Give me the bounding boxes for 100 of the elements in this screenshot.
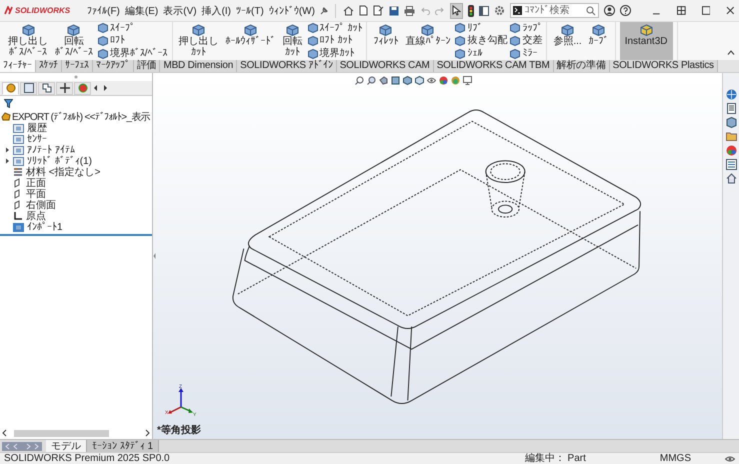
ribbon-button[interactable]: 交差 bbox=[510, 35, 542, 46]
tree-item[interactable]: EXPORT (ﾃﾞﾌｫﾙﾄ) <<ﾃﾞﾌｫﾙﾄ>_表示 bbox=[0, 111, 152, 122]
ribbon-button[interactable]: ｶｰﾌﾞ bbox=[586, 22, 611, 60]
search-input[interactable]: ｺﾏﾝﾄﾞ検索 bbox=[524, 5, 584, 16]
command-search-field[interactable]: ｺﾏﾝﾄﾞ検索 bbox=[510, 3, 600, 18]
view-orientation-icon[interactable] bbox=[403, 76, 412, 85]
feature-tab[interactable] bbox=[2, 82, 19, 94]
ribbon-button[interactable]: 直線ﾊﾟﾀｰﾝ bbox=[403, 22, 452, 60]
tree-item[interactable]: 正面 bbox=[0, 177, 152, 188]
help-icon[interactable] bbox=[620, 5, 632, 16]
ribbon-button[interactable]: ﾌｨﾚｯﾄ bbox=[371, 22, 400, 60]
previous-view-icon[interactable] bbox=[379, 76, 388, 85]
menu-item[interactable]: ﾂｰﾙ(T) bbox=[236, 4, 264, 16]
palette-icon[interactable] bbox=[726, 145, 736, 156]
expand-arrow-icon[interactable] bbox=[5, 146, 10, 152]
ribbon-button[interactable]: 回転 ｶｯﾄ bbox=[280, 22, 305, 60]
save-icon[interactable] bbox=[388, 6, 399, 16]
ribbon-button[interactable]: ﾗｯﾌﾟ bbox=[510, 22, 542, 34]
ribbon-button[interactable]: ﾛﾌﾄ bbox=[98, 35, 168, 46]
appearance-icon[interactable] bbox=[439, 76, 448, 85]
maximize-icon[interactable] bbox=[702, 6, 710, 15]
zoom-area-icon[interactable] bbox=[367, 76, 376, 85]
model-tab[interactable]: ﾓｰｼｮﾝ ｽﾀﾃﾞｨ 1 bbox=[87, 440, 160, 452]
model-tab[interactable]: モデル bbox=[46, 440, 87, 452]
tree-item[interactable]: ｿﾘｯﾄﾞ ﾎﾞﾃﾞｨ(1) bbox=[0, 155, 152, 166]
select-button[interactable] bbox=[450, 2, 464, 18]
ribbon-button[interactable]: ｼｪﾙ bbox=[455, 48, 508, 60]
property-tab[interactable] bbox=[20, 82, 37, 94]
display-style-icon[interactable] bbox=[415, 76, 424, 85]
list-icon[interactable] bbox=[726, 159, 736, 170]
config-tab[interactable] bbox=[38, 82, 55, 94]
menu-item[interactable]: 挿入(I) bbox=[202, 4, 232, 18]
home-icon[interactable] bbox=[726, 173, 736, 184]
traffic-light-icon[interactable] bbox=[468, 4, 474, 16]
eye-icon[interactable] bbox=[725, 454, 735, 462]
command-tab[interactable]: ｻｰﾌｪｽ bbox=[62, 60, 94, 72]
display-tab[interactable] bbox=[74, 82, 91, 94]
tree-item[interactable]: 履歴 bbox=[0, 122, 152, 133]
ribbon-button[interactable]: ﾛﾌﾄ ｶｯﾄ bbox=[308, 35, 362, 46]
scroll-left-icon[interactable] bbox=[2, 429, 8, 437]
ribbon-button[interactable]: 押し出し ﾎﾞｽ/ﾍﾞｰｽ bbox=[6, 22, 50, 60]
ribbon-button[interactable]: 押し出し ｶｯﾄ bbox=[176, 22, 221, 60]
folder-icon[interactable] bbox=[726, 131, 736, 142]
settings-icon[interactable] bbox=[494, 5, 506, 16]
print-icon[interactable] bbox=[404, 6, 415, 16]
command-tab[interactable]: 解析の準備 bbox=[554, 60, 610, 72]
tree-item[interactable]: 原点 bbox=[0, 210, 152, 221]
panel-icon[interactable] bbox=[479, 6, 490, 16]
tile-windows-icon[interactable] bbox=[677, 6, 686, 15]
command-tab[interactable]: MBD Dimension bbox=[160, 60, 238, 72]
dimension-tab[interactable] bbox=[56, 82, 73, 94]
ribbon-button[interactable]: 抜き勾配 bbox=[455, 35, 508, 46]
grip-icon[interactable] bbox=[74, 75, 78, 79]
command-tab[interactable]: ｽｹｯﾁ bbox=[36, 60, 62, 72]
open-document-icon[interactable] bbox=[372, 5, 384, 16]
globe-icon[interactable] bbox=[726, 89, 736, 100]
command-tab[interactable]: 評価 bbox=[134, 60, 160, 72]
ribbon-button[interactable]: ｽｲｰﾌﾟ ｶｯﾄ bbox=[308, 22, 362, 34]
section-view-icon[interactable] bbox=[391, 76, 400, 85]
ribbon-button[interactable]: ﾐﾗｰ bbox=[510, 48, 542, 60]
home-icon[interactable] bbox=[342, 6, 354, 16]
expand-arrow-icon[interactable] bbox=[5, 158, 10, 164]
zoom-fit-icon[interactable] bbox=[355, 76, 364, 85]
ribbon-button[interactable]: 参照... bbox=[551, 22, 584, 60]
scene-icon[interactable] bbox=[451, 76, 460, 85]
ribbon-button[interactable]: 境界ﾎﾞｽ/ﾍﾞｰｽ bbox=[98, 48, 168, 60]
user-icon[interactable] bbox=[604, 5, 616, 16]
command-tab[interactable]: SOLIDWORKS CAM TBM bbox=[434, 60, 554, 72]
ribbon-button[interactable]: ｽｲｰﾌﾟ bbox=[98, 22, 168, 34]
pin-icon[interactable] bbox=[320, 6, 328, 14]
tree-item[interactable]: 材料 <指定なし> bbox=[0, 166, 152, 177]
menu-item[interactable]: 表示(V) bbox=[163, 4, 197, 18]
menu-item[interactable]: 編集(E) bbox=[124, 4, 158, 18]
close-icon[interactable] bbox=[726, 6, 735, 15]
tree-item[interactable]: 平面 bbox=[0, 188, 152, 199]
command-tab[interactable]: SOLIDWORKS Plastics bbox=[610, 60, 718, 72]
monitor-icon[interactable] bbox=[463, 76, 472, 85]
ribbon-button[interactable]: Instant3D bbox=[620, 22, 672, 60]
scroll-right-icon[interactable] bbox=[144, 429, 150, 437]
tree-item[interactable]: 右側面 bbox=[0, 199, 152, 210]
cube-icon[interactable] bbox=[726, 117, 736, 128]
tree-item[interactable]: ｱﾉﾃｰﾄ ｱｲﾃﾑ bbox=[0, 144, 152, 155]
search-icon[interactable] bbox=[586, 6, 596, 16]
eye-icon[interactable] bbox=[427, 76, 436, 85]
command-tab[interactable]: SOLIDWORKS CAM bbox=[336, 60, 434, 72]
ribbon-button[interactable]: 回転 ﾎﾞｽ/ﾍﾞｰｽ bbox=[53, 22, 95, 60]
filter-icon[interactable] bbox=[4, 99, 13, 108]
command-tab[interactable]: ﾌｨｰﾁｬｰ bbox=[0, 60, 36, 72]
scroll-right-icon[interactable] bbox=[101, 83, 109, 93]
scrollbar-thumb[interactable] bbox=[14, 430, 110, 436]
command-tab[interactable]: ﾏｰｸｱｯﾌﾟ bbox=[93, 60, 134, 72]
ribbon-button[interactable]: ﾎｰﾙｳｨｻﾞｰﾄﾞ bbox=[224, 22, 278, 60]
tree-item[interactable]: ｾﾝｻｰ bbox=[0, 133, 152, 144]
command-tab[interactable]: SOLIDWORKS ｱﾄﾞｲﾝ bbox=[237, 60, 337, 72]
menu-item[interactable]: ｳｨﾝﾄﾞｳ(W) bbox=[268, 4, 315, 16]
ribbon-button[interactable]: 境界ｶｯﾄ bbox=[308, 48, 362, 60]
new-document-icon[interactable] bbox=[358, 5, 368, 16]
collapse-ribbon-icon[interactable] bbox=[727, 50, 735, 55]
menu-item[interactable]: ﾌｧｲﾙ(F) bbox=[87, 4, 120, 16]
document-icon[interactable] bbox=[726, 103, 736, 114]
